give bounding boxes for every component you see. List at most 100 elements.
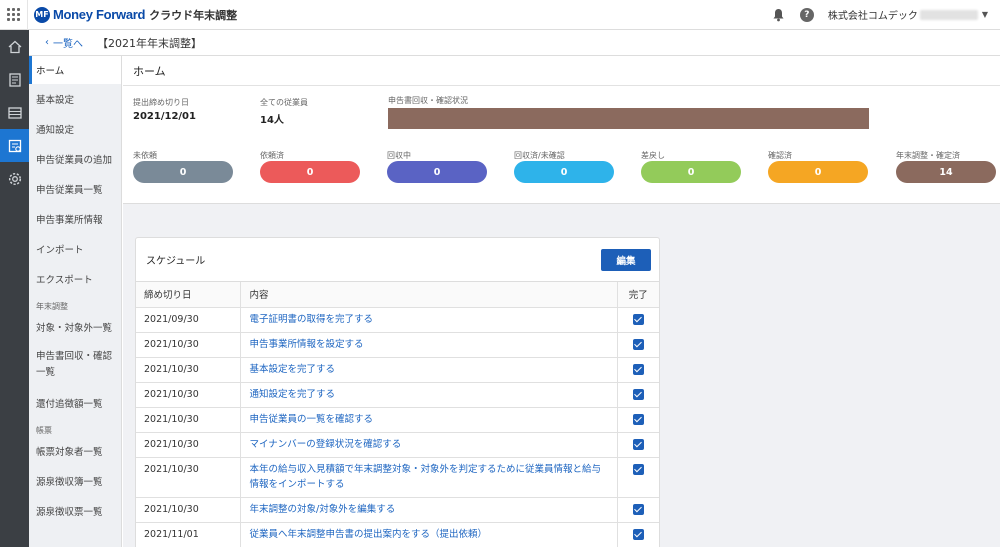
table-header-row: 締め切り日 内容 完了 bbox=[136, 282, 659, 308]
company-selector[interactable]: 株式会社コムデック ▼ bbox=[828, 7, 988, 22]
nav-item-withholding-book-list[interactable]: 源泉徴収簿一覧 bbox=[29, 466, 121, 496]
home-icon bbox=[8, 40, 21, 53]
table-row: 2021/10/30 通知設定を完了する bbox=[136, 382, 659, 408]
nav-item-notification-settings[interactable]: 通知設定 bbox=[29, 114, 121, 144]
brand-name: Money Forward bbox=[53, 7, 146, 22]
document-icon bbox=[8, 72, 21, 87]
column-header-deadline: 締め切り日 bbox=[136, 282, 241, 308]
rail-documents[interactable] bbox=[0, 63, 29, 96]
row-date: 2021/10/30 bbox=[136, 457, 241, 498]
done-checkbox[interactable] bbox=[632, 529, 644, 540]
table-row: 2021/10/30 申告事業所情報を設定する bbox=[136, 332, 659, 358]
table-row: 2021/09/30 電子証明書の取得を完了する bbox=[136, 307, 659, 333]
table-row: 2021/10/30 年末調整の対象/対象外を編集する bbox=[136, 497, 659, 523]
chevron-left-icon: ‹ bbox=[45, 37, 49, 48]
status-pill-requested[interactable]: 0 bbox=[260, 161, 360, 183]
status-pill-finalized[interactable]: 14 bbox=[896, 161, 996, 183]
nav-item-target-list[interactable]: 対象・対象外一覧 bbox=[29, 312, 121, 342]
nav-item-export[interactable]: エクスポート bbox=[29, 264, 121, 294]
deadline-value: 2021/12/01 bbox=[133, 111, 196, 122]
done-checkbox[interactable] bbox=[632, 364, 644, 375]
task-link[interactable]: マイナンバーの登録状況を確認する bbox=[250, 439, 402, 450]
rail-settings[interactable] bbox=[0, 162, 29, 195]
done-checkbox[interactable] bbox=[632, 504, 644, 515]
done-checkbox[interactable] bbox=[632, 439, 644, 450]
bell-icon[interactable] bbox=[772, 8, 786, 22]
status-pill-confirmed[interactable]: 0 bbox=[768, 161, 868, 183]
brand-logo[interactable]: MF Money Forward クラウド年末調整 bbox=[34, 6, 238, 23]
home-panel: ホーム 提出締め切り日 2021/12/01 全ての従業員 14人 申告書回収・… bbox=[123, 56, 1000, 204]
grid-icon bbox=[7, 8, 20, 21]
table-row: 2021/10/30 本年の給与収入見積額で年末調整対象・対象外を判定するために… bbox=[136, 457, 659, 498]
help-icon[interactable]: ? bbox=[799, 7, 814, 22]
rail-home[interactable] bbox=[0, 30, 29, 63]
nav-item-basic-settings[interactable]: 基本設定 bbox=[29, 84, 121, 114]
rail-reports[interactable] bbox=[0, 96, 29, 129]
deadline-label: 提出締め切り日 bbox=[133, 98, 189, 107]
row-date: 2021/10/30 bbox=[136, 407, 241, 433]
nav-item-employee-list[interactable]: 申告従業員一覧 bbox=[29, 174, 121, 204]
company-name: 株式会社コムデック bbox=[827, 11, 918, 22]
nav-item-add-employees[interactable]: 申告従業員の追加 bbox=[29, 144, 121, 174]
sub-navigation: ホーム 基本設定 通知設定 申告従業員の追加 申告従業員一覧 申告事業所情報 イ… bbox=[29, 56, 122, 547]
schedule-title: スケジュール bbox=[146, 256, 206, 267]
app-switcher-button[interactable] bbox=[0, 0, 28, 30]
row-date: 2021/10/30 bbox=[136, 432, 241, 458]
status-pill-unrequested[interactable]: 0 bbox=[133, 161, 233, 183]
row-date: 2021/10/30 bbox=[136, 382, 241, 408]
nav-item-home[interactable]: ホーム bbox=[29, 56, 121, 84]
edit-button[interactable]: 編集 bbox=[601, 248, 651, 271]
home-heading: ホーム bbox=[123, 56, 1000, 86]
task-link[interactable]: 申告従業員の一覧を確認する bbox=[250, 414, 374, 425]
breadcrumb: ‹ 一覧へ 【2021年年末調整】 bbox=[29, 30, 1000, 56]
status-pill-collected-unconfirmed[interactable]: 0 bbox=[514, 161, 614, 183]
done-checkbox[interactable] bbox=[632, 314, 644, 325]
status-pill-returned[interactable]: 0 bbox=[641, 161, 741, 183]
task-link[interactable]: 基本設定を完了する bbox=[250, 364, 336, 375]
back-to-list-link[interactable]: ‹ 一覧へ bbox=[45, 35, 83, 50]
done-checkbox[interactable] bbox=[632, 463, 644, 475]
row-date: 2021/09/30 bbox=[136, 307, 241, 333]
nav-item-office-info[interactable]: 申告事業所情報 bbox=[29, 204, 121, 234]
employees-value: 14人 bbox=[260, 115, 284, 126]
product-name: クラウド年末調整 bbox=[149, 8, 238, 22]
status-pill-collecting[interactable]: 0 bbox=[387, 161, 487, 183]
back-to-list-label: 一覧へ bbox=[53, 39, 83, 50]
task-link[interactable]: 本年の給与収入見積額で年末調整対象・対象外を判定するために従業員情報と給与情報を… bbox=[250, 464, 602, 490]
task-link[interactable]: 電子証明書の取得を完了する bbox=[250, 314, 374, 325]
schedule-card: スケジュール 編集 締め切り日 内容 完了 2021/09/30 電子証明書の取… bbox=[135, 237, 660, 547]
status-label-confirmed: 確認済 bbox=[768, 151, 792, 160]
task-link[interactable]: 年末調整の対象/対象外を編集する bbox=[250, 504, 396, 515]
done-checkbox[interactable] bbox=[632, 414, 644, 425]
task-link[interactable]: 申告事業所情報を設定する bbox=[250, 339, 364, 350]
nav-item-import[interactable]: インポート bbox=[29, 234, 121, 264]
row-date: 2021/10/30 bbox=[136, 357, 241, 383]
column-header-done: 完了 bbox=[617, 282, 659, 308]
status-label-collected-unconfirmed: 回収済/未確認 bbox=[514, 151, 565, 160]
rail-year-end[interactable] bbox=[0, 129, 29, 162]
progress-label: 申告書回収・確認状況 bbox=[388, 96, 468, 105]
task-link[interactable]: 通知設定を完了する bbox=[250, 389, 336, 400]
nav-section-year-end: 年末調整 bbox=[36, 302, 68, 311]
column-header-task: 内容 bbox=[240, 282, 618, 308]
year-end-adjustment-icon bbox=[8, 139, 21, 152]
nav-item-collection-list[interactable]: 申告書回収・確認一覧 bbox=[29, 342, 121, 388]
table-row: 2021/11/01 従業員へ年末調整申告書の提出案内をする（提出依頼） bbox=[136, 522, 659, 547]
top-bar: MF Money Forward クラウド年末調整 ? 株式会社コムデック ▼ bbox=[0, 0, 1000, 30]
row-date: 2021/10/30 bbox=[136, 497, 241, 523]
table-row: 2021/10/30 申告従業員の一覧を確認する bbox=[136, 407, 659, 433]
table-row: 2021/10/30 マイナンバーの登録状況を確認する bbox=[136, 432, 659, 458]
task-link[interactable]: 従業員へ年末調整申告書の提出案内をする（提出依頼） bbox=[250, 529, 488, 540]
row-date: 2021/10/30 bbox=[136, 332, 241, 358]
employees-label: 全ての従業員 bbox=[260, 98, 308, 107]
icon-rail bbox=[0, 30, 29, 547]
nav-item-refund-list[interactable]: 還付追徴額一覧 bbox=[29, 388, 121, 418]
done-checkbox[interactable] bbox=[632, 339, 644, 350]
gear-icon bbox=[8, 172, 21, 185]
table-row: 2021/10/30 基本設定を完了する bbox=[136, 357, 659, 383]
nav-item-withholding-slip-list[interactable]: 源泉徴収票一覧 bbox=[29, 496, 121, 526]
company-name-redacted bbox=[919, 9, 978, 20]
done-checkbox[interactable] bbox=[632, 389, 644, 400]
nav-item-form-target-list[interactable]: 帳票対象者一覧 bbox=[29, 436, 121, 466]
status-label-requested: 依頼済 bbox=[260, 151, 284, 160]
